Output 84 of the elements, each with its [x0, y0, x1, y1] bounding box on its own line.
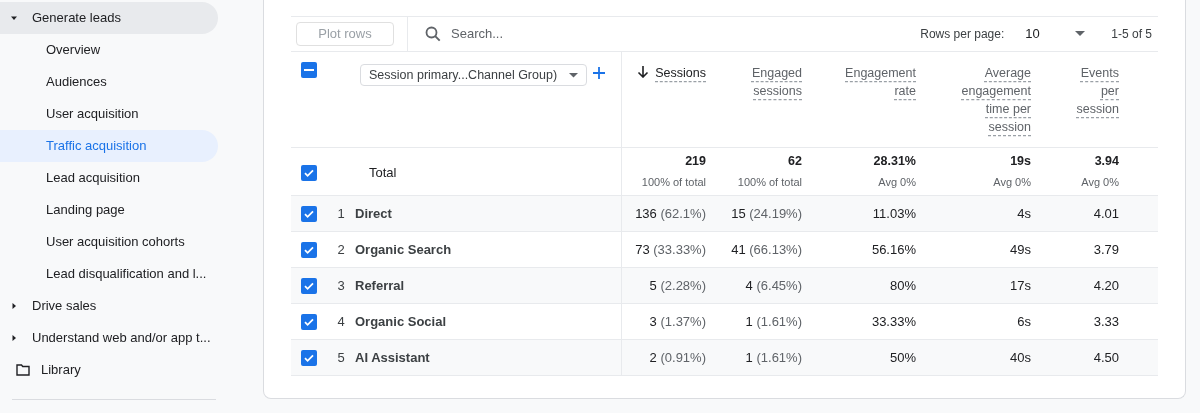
row-index: 3 — [336, 276, 346, 295]
nav-item[interactable]: User acquisition — [0, 98, 218, 130]
nav-item[interactable]: User acquisition cohorts — [0, 226, 218, 258]
dimension-dropdown[interactable]: Session primary...Channel Group) — [360, 64, 587, 86]
table-cell-text: 4.50 — [1092, 348, 1120, 367]
checkbox[interactable] — [301, 164, 317, 181]
sort-down-icon — [637, 66, 650, 78]
checkbox[interactable] — [301, 349, 317, 366]
table-cell-text: 6s — [1016, 312, 1032, 331]
table-cell-text: 33.33% — [870, 312, 917, 331]
column-header[interactable]: Engagement rate — [836, 64, 916, 100]
row-index: 4 — [336, 312, 346, 331]
checkbox[interactable] — [301, 277, 317, 294]
caret-icon — [10, 302, 18, 310]
table-cell-text: 15 (24.19%) — [730, 204, 803, 223]
table-cell-text: 73 (33.33%) — [634, 240, 707, 259]
total-value: 28.31% — [873, 153, 916, 171]
search-field[interactable]: Search... — [451, 24, 651, 44]
column-header[interactable]: Average engagement time per session — [951, 64, 1031, 136]
nav-item[interactable]: Traffic acquisition — [0, 130, 218, 162]
checkbox[interactable] — [301, 313, 317, 330]
table-cell-text: 17s — [1009, 276, 1032, 295]
table-cell-text: 136 (62.1%) — [634, 204, 707, 223]
nav-item[interactable]: Audiences — [0, 66, 218, 98]
nav-item[interactable]: Overview — [0, 34, 218, 66]
table-cell-text: AI Assistant — [355, 348, 430, 367]
rows-per-page-label: Rows per page: — [920, 26, 1005, 43]
total-value: 219 — [685, 153, 706, 171]
table-cell-text: Organic Social — [355, 312, 447, 331]
nav-item[interactable]: Lead acquisition — [0, 162, 218, 194]
total-note: Avg 0% — [878, 175, 916, 191]
rows-per-page-select[interactable]: 10 — [1025, 24, 1086, 44]
table-cell-text: 80% — [888, 276, 917, 295]
table-cell-text: 1 (1.61%) — [744, 348, 803, 367]
table-cell-text: 1 (1.61%) — [744, 312, 803, 331]
table-cell-text: 3 (1.37%) — [648, 312, 707, 331]
row-index: 1 — [336, 204, 346, 223]
nav-group-item[interactable]: Understand web and/or app t... — [0, 322, 218, 354]
folder-icon — [16, 364, 30, 376]
checkbox[interactable] — [301, 241, 317, 258]
checkbox[interactable] — [301, 62, 317, 78]
caret-icon — [10, 334, 18, 342]
table-cell-text: Direct — [355, 204, 392, 223]
search-icon — [425, 26, 441, 42]
column-header[interactable]: Sessions — [655, 64, 706, 82]
table-cell-text: Referral — [355, 276, 405, 295]
library-item[interactable]: Library — [0, 354, 218, 386]
table-cell-text: 56.16% — [870, 240, 917, 259]
nav-item[interactable]: Landing page — [0, 194, 218, 226]
total-note: Avg 0% — [1081, 175, 1119, 191]
table-cell-text: 3.33 — [1092, 312, 1120, 331]
table-cell-text: 40s — [1009, 348, 1032, 367]
dropdown-caret-icon — [1075, 31, 1086, 37]
row-index: 5 — [336, 348, 346, 367]
table-cell-text: 49s — [1009, 240, 1032, 259]
total-value: 62 — [788, 153, 802, 171]
table-cell-text: 4.20 — [1092, 276, 1120, 295]
table-cell-text: Organic Search — [355, 240, 452, 259]
total-value: 3.94 — [1094, 153, 1119, 171]
table-cell-text: 5 (2.28%) — [648, 276, 707, 295]
total-value: 19s — [1010, 153, 1031, 171]
total-label: Total — [369, 163, 397, 182]
add-button[interactable] — [593, 67, 605, 79]
caret-icon — [569, 72, 578, 78]
table-cell-text: 4 (6.45%) — [744, 276, 803, 295]
pagination-range: 1-5 of 5 — [1111, 26, 1152, 43]
column-header[interactable]: Events per session — [1069, 64, 1119, 118]
row-index: 2 — [336, 240, 346, 259]
caret-icon — [10, 14, 18, 22]
table-cell-text: 4.01 — [1092, 204, 1120, 223]
checkbox[interactable] — [301, 205, 317, 222]
table-cell-text: 3.79 — [1092, 240, 1120, 259]
table-cell-text: 2 (0.91%) — [648, 348, 707, 367]
column-header[interactable]: Engaged sessions — [722, 64, 802, 100]
total-note: 100% of total — [737, 175, 802, 191]
table-cell-text: 41 (66.13%) — [730, 240, 803, 259]
table-cell-text: 4s — [1016, 204, 1032, 223]
table-cell-text: 11.03% — [871, 204, 917, 223]
nav-group-item[interactable]: Generate leads — [0, 2, 218, 34]
total-note: 100% of total — [641, 175, 706, 191]
nav-item[interactable]: Lead disqualification and l... — [0, 258, 218, 290]
nav-group-item[interactable]: Drive sales — [0, 290, 218, 322]
table-cell-text: 50% — [888, 348, 917, 367]
total-note: Avg 0% — [993, 175, 1031, 191]
